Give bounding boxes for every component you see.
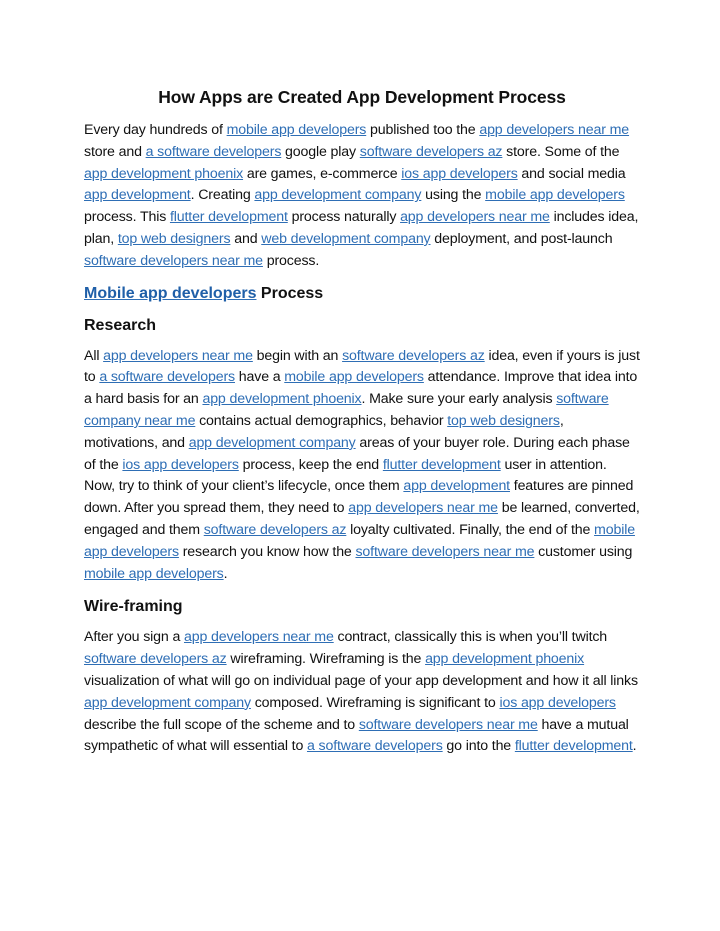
- text-run: process naturally: [287, 209, 401, 226]
- process-heading-link[interactable]: Mobile app developers: [84, 285, 256, 302]
- process-heading: Mobile app developers Process: [84, 283, 640, 305]
- inline-link[interactable]: app development phoenix: [202, 391, 361, 407]
- text-run: using the: [421, 187, 486, 204]
- text-run: process, keep the end: [238, 456, 383, 473]
- inline-link[interactable]: app development: [84, 187, 191, 203]
- text-run: store and: [84, 143, 146, 160]
- inline-link[interactable]: mobile app developers: [284, 369, 424, 385]
- inline-link[interactable]: a software developers: [307, 738, 443, 754]
- inline-link[interactable]: a software developers: [146, 144, 282, 160]
- text-run: composed. Wireframing is significant to: [250, 694, 500, 711]
- inline-link[interactable]: app developers near me: [103, 348, 253, 364]
- text-run: deployment, and post-launch: [430, 230, 613, 247]
- document-title: How Apps are Created App Development Pro…: [158, 87, 566, 107]
- inline-link[interactable]: flutter development: [383, 457, 501, 473]
- inline-link[interactable]: software developers az: [360, 144, 503, 160]
- process-heading-rest: Process: [256, 284, 324, 302]
- text-run: begin with an: [252, 347, 343, 364]
- text-run: wireframing. Wireframing is the: [226, 651, 426, 668]
- document-page: How Apps are Created App Development Pro…: [84, 84, 640, 758]
- text-run: research you know how the: [178, 543, 356, 560]
- text-run: . Make sure your early analysis: [361, 391, 557, 408]
- text-run: published too the: [366, 122, 480, 138]
- intro-paragraph: Every day hundreds of mobile app develop…: [84, 120, 640, 273]
- inline-link[interactable]: ios app developers: [122, 457, 239, 473]
- inline-link[interactable]: app development phoenix: [84, 166, 243, 182]
- inline-link[interactable]: software developers near me: [355, 544, 534, 560]
- inline-link[interactable]: app development company: [189, 435, 356, 451]
- text-run: loyalty cultivated. Finally, the end of …: [346, 521, 595, 538]
- inline-link[interactable]: flutter development: [515, 738, 633, 754]
- inline-link[interactable]: app development company: [254, 187, 421, 203]
- text-run: customer using: [534, 543, 633, 560]
- inline-link[interactable]: app development phoenix: [425, 651, 584, 667]
- text-run: .: [223, 565, 228, 582]
- text-run: and social media: [517, 165, 626, 182]
- inline-link[interactable]: top web designers: [447, 413, 560, 429]
- text-run: visualization of what will go on individ…: [84, 672, 638, 689]
- text-run: Every day hundreds of: [84, 122, 227, 138]
- text-run: google play: [281, 143, 360, 160]
- inline-link[interactable]: a software developers: [99, 369, 235, 385]
- inline-link[interactable]: ios app developers: [401, 166, 518, 182]
- inline-link[interactable]: app development company: [84, 695, 251, 711]
- inline-link[interactable]: software developers az: [84, 651, 227, 667]
- inline-link[interactable]: software developers az: [204, 522, 347, 538]
- text-run: After you sign a: [84, 629, 184, 646]
- text-run: and: [230, 230, 262, 247]
- inline-link[interactable]: app development: [403, 478, 510, 494]
- inline-link[interactable]: web development company: [261, 231, 430, 247]
- text-run: describe the full scope of the scheme an…: [84, 716, 359, 733]
- wireframing-heading: Wire-framing: [84, 598, 183, 616]
- inline-link[interactable]: mobile app developers: [84, 566, 224, 582]
- inline-link[interactable]: app developers near me: [400, 209, 550, 225]
- text-run: .: [632, 738, 637, 755]
- text-run: have a: [234, 369, 285, 386]
- inline-link[interactable]: app developers near me: [348, 500, 498, 516]
- text-run: process. This: [84, 209, 170, 226]
- inline-link[interactable]: software developers near me: [84, 253, 263, 269]
- inline-link[interactable]: app developers near me: [479, 122, 629, 138]
- inline-link[interactable]: software developers near me: [359, 717, 538, 733]
- inline-link[interactable]: mobile app developers: [485, 187, 625, 203]
- text-run: . Creating: [190, 187, 255, 204]
- inline-link[interactable]: ios app developers: [499, 695, 616, 711]
- inline-link[interactable]: app developers near me: [184, 629, 334, 645]
- text-run: contract, classically this is when you’l…: [333, 629, 608, 646]
- text-run: contains actual demographics, behavior: [195, 412, 448, 429]
- inline-link[interactable]: software developers az: [342, 348, 485, 364]
- text-run: All: [84, 347, 104, 364]
- research-heading: Research: [84, 316, 157, 334]
- text-run: store. Some of the: [502, 143, 620, 160]
- wireframing-paragraph: After you sign a app developers near me …: [84, 627, 640, 758]
- research-paragraph: All app developers near me begin with an…: [84, 346, 640, 586]
- text-run: process.: [262, 252, 320, 269]
- inline-link[interactable]: flutter development: [170, 209, 288, 225]
- text-run: go into the: [442, 738, 515, 755]
- text-run: are games, e-commerce: [243, 165, 402, 182]
- inline-link[interactable]: top web designers: [118, 231, 231, 247]
- inline-link[interactable]: mobile app developers: [227, 122, 367, 138]
